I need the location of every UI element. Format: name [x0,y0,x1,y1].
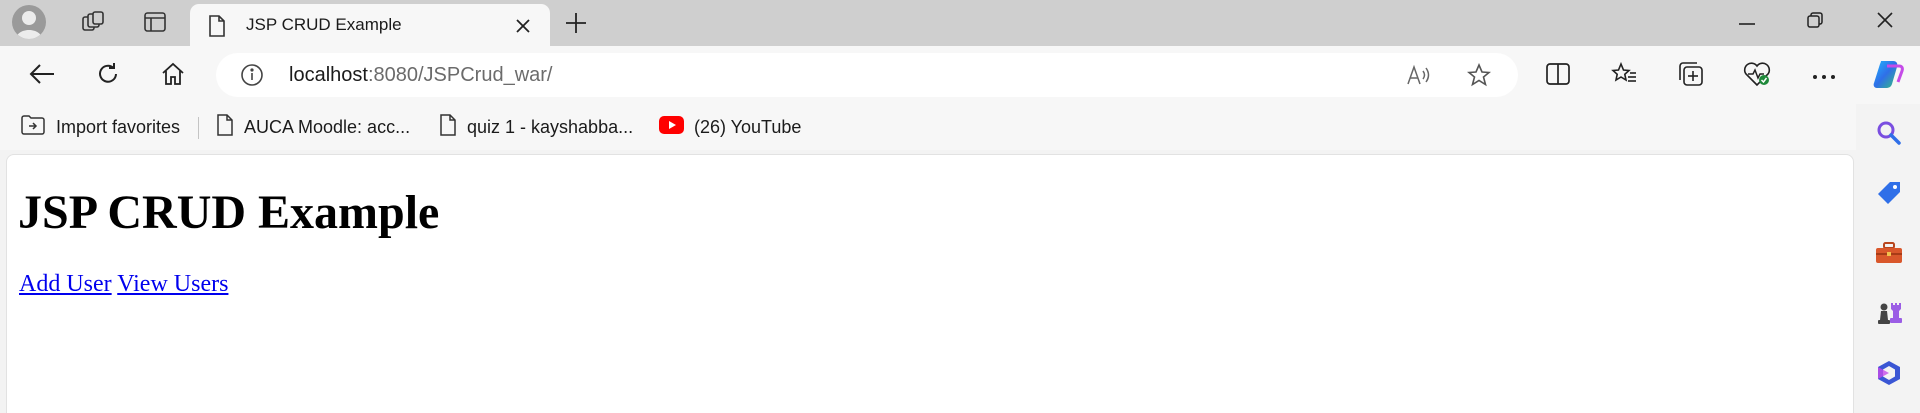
tag-icon [1876,180,1902,211]
sidebar-shopping[interactable] [1872,178,1906,212]
profile-avatar[interactable] [12,5,46,39]
chess-icon [1876,300,1902,331]
address-bar[interactable]: localhost:8080/JSPCrud_war/ [216,53,1518,97]
url-host: localhost [289,64,368,86]
minimize-icon [1739,13,1755,31]
tab-strip: JSP CRUD Example [0,0,1920,46]
home-button[interactable] [153,56,193,96]
page-icon [439,113,457,141]
collections-icon [1678,61,1704,92]
nav-links: Add User View Users [19,271,228,298]
split-screen-button[interactable] [1538,56,1578,96]
tab-actions-icon[interactable] [135,5,175,39]
favorite-label: quiz 1 - kayshabba... [467,116,634,137]
copilot-button[interactable] [1868,56,1908,96]
sidebar-search[interactable] [1872,118,1906,152]
view-users-link[interactable]: View Users [117,271,228,297]
page-heading: JSP CRUD Example [18,186,440,239]
page-icon [216,113,234,141]
active-tab[interactable]: JSP CRUD Example [190,4,550,46]
page-content: JSP CRUD Example Add User View Users [6,154,1854,413]
url-text[interactable]: localhost:8080/JSPCrud_war/ [289,64,552,87]
refresh-button[interactable] [88,56,128,96]
url-path: :8080/JSPCrud_war/ [367,64,553,86]
info-icon[interactable] [240,63,264,92]
close-tab-icon[interactable] [510,13,536,39]
import-favorites-icon [20,114,46,141]
favorites-icon [1611,61,1637,91]
favorites-divider [198,117,199,139]
favorite-label: AUCA Moodle: acc... [244,116,411,137]
favorite-youtube[interactable]: (26) YouTube [659,114,801,140]
add-user-link[interactable]: Add User [19,271,112,297]
workspaces-icon[interactable] [73,5,113,39]
sidebar-microsoft-365[interactable] [1872,358,1906,392]
favorite-label: (26) YouTube [694,116,802,137]
tab-title: JSP CRUD Example [246,15,402,34]
collections-button[interactable] [1671,56,1711,96]
navigation-toolbar: localhost:8080/JSPCrud_war/ [0,46,1920,104]
close-icon [1877,11,1893,33]
restore-icon [1807,11,1823,33]
more-button[interactable] [1804,56,1844,96]
favorite-auca-moodle[interactable]: AUCA Moodle: acc... [216,113,411,141]
more-icon [1812,67,1836,85]
toolbox-icon [1875,241,1903,270]
edge-sidebar [1856,104,1920,413]
restore-button[interactable] [1782,0,1848,44]
back-button[interactable] [22,56,62,96]
copilot-icon [1871,58,1905,95]
import-favorites[interactable]: Import favorites [20,114,180,140]
microsoft-365-icon [1876,360,1902,391]
home-icon [161,62,185,91]
page-icon [208,15,226,42]
new-tab-button[interactable] [556,6,596,40]
refresh-icon [96,62,120,91]
star-icon[interactable] [1464,61,1494,89]
favorites-button[interactable] [1604,56,1644,96]
close-window-button[interactable] [1852,0,1918,44]
back-arrow-icon [29,63,55,90]
sidebar-games[interactable] [1872,298,1906,332]
favorite-quiz-1[interactable]: quiz 1 - kayshabba... [439,113,634,141]
split-screen-icon [1546,62,1570,90]
read-aloud-icon[interactable] [1404,61,1434,89]
browser-essentials-button[interactable] [1737,56,1777,96]
search-icon [1876,120,1902,151]
favorites-bar: Import favorites AUCA Moodle: acc... qui… [0,104,1920,150]
minimize-button[interactable] [1714,0,1780,44]
favorite-label: Import favorites [56,116,181,137]
browser-essentials-icon [1743,61,1771,92]
youtube-icon [659,115,684,139]
sidebar-tools[interactable] [1872,238,1906,272]
